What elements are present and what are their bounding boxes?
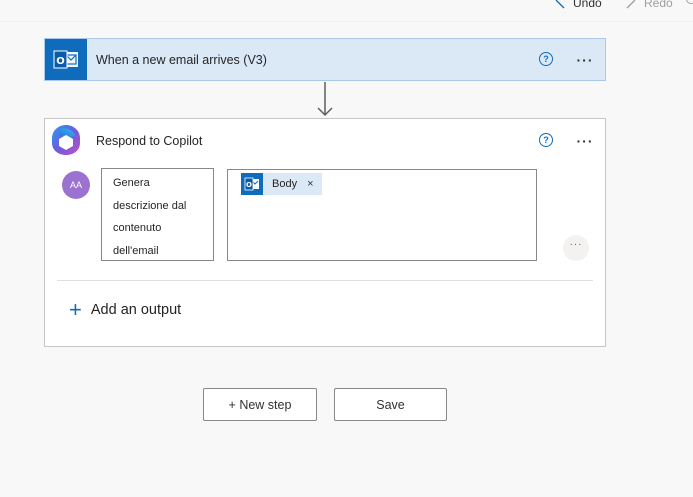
text-type-label: AA [69, 180, 82, 190]
undo-icon [555, 0, 565, 9]
connector-arrow-icon [317, 82, 333, 117]
output-name-line: dell'email [113, 244, 159, 257]
token-label: Body [272, 178, 298, 190]
add-output-label: Add an output [90, 302, 182, 318]
action-card[interactable]: Respond to Copilot ? ··· AA Genera descr… [44, 118, 606, 347]
help-icon[interactable]: ? [539, 52, 553, 66]
redo-label: Redo [644, 0, 673, 10]
trigger-title: When a new email arrives (V3) [96, 53, 267, 67]
more-options-icon[interactable]: ··· [573, 134, 597, 151]
svg-text:O: O [246, 181, 252, 189]
trigger-card[interactable]: O When a new email arrives (V3) ? ··· [44, 38, 606, 81]
output-name-line: descrizione dal [113, 199, 187, 212]
output-more-options-icon[interactable]: ··· [563, 235, 589, 261]
save-button[interactable]: Save [334, 388, 447, 421]
outlook-icon: O [241, 173, 263, 195]
more-options-icon[interactable]: ··· [573, 53, 597, 70]
redo-icon [626, 0, 636, 9]
output-value-field[interactable]: O Body × [227, 169, 537, 261]
add-output-button[interactable]: + Add an output [69, 297, 182, 322]
remove-token-icon[interactable]: × [307, 178, 313, 190]
text-type-icon[interactable]: AA [62, 171, 90, 199]
more-commands-icon[interactable] [686, 0, 693, 4]
output-name-field[interactable]: Genera descrizione dal contenuto dell'em… [101, 168, 214, 261]
help-icon[interactable]: ? [539, 133, 553, 147]
output-name-line: Genera [113, 177, 150, 189]
redo-button[interactable]: Redo [624, 0, 673, 10]
divider [57, 280, 593, 281]
svg-text:O: O [56, 56, 65, 67]
dynamic-content-token[interactable]: O Body × [241, 173, 322, 195]
action-title: Respond to Copilot [96, 134, 203, 148]
undo-button[interactable]: Undo [553, 0, 602, 10]
copilot-icon [52, 125, 80, 155]
output-name-line: contenuto [113, 222, 162, 234]
command-bar: Undo Redo [0, 0, 693, 22]
plus-icon: + [69, 297, 82, 322]
undo-label: Undo [573, 0, 602, 10]
outlook-icon: O [45, 39, 87, 80]
new-step-button[interactable]: + New step [203, 388, 317, 421]
